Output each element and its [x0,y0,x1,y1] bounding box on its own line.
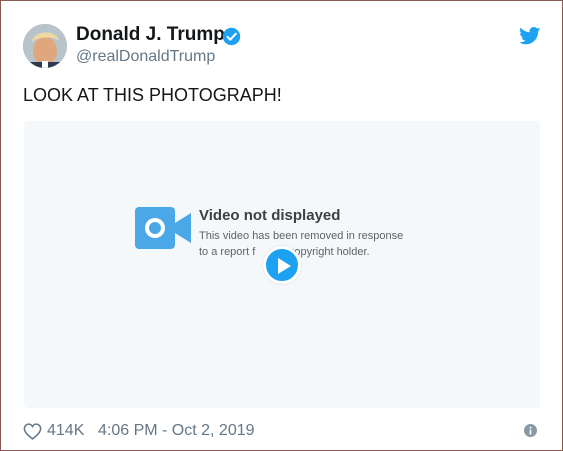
tweet-header: Donald J. Trump @realDonaldTrump [23,21,543,71]
notice-text-line-1: This video has been removed in response [199,230,404,242]
author-handle[interactable]: @realDonaldTrump [76,48,215,66]
notice-title: Video not displayed [199,207,341,224]
info-icon[interactable] [524,424,537,437]
author-name[interactable]: Donald J. Trump [76,24,225,46]
tweet-text: LOOK AT THIS PHOTOGRAPH! [23,85,282,105]
media-placeholder[interactable]: Video not displayed This video has been … [24,121,540,408]
tweet-timestamp[interactable]: 4:06 PM - Oct 2, 2019 [98,422,255,440]
like-count[interactable]: 414K [47,422,84,440]
play-icon [278,258,291,274]
verified-badge-icon [222,27,241,46]
play-button[interactable] [263,246,301,284]
video-camera-icon [135,207,191,249]
twitter-bird-icon[interactable] [519,27,541,45]
heart-icon[interactable] [23,423,42,440]
tweet-card: Donald J. Trump @realDonaldTrump LOOK AT… [0,0,563,451]
tweet-footer: 414K 4:06 PM - Oct 2, 2019 [23,422,543,444]
avatar[interactable] [23,24,67,68]
